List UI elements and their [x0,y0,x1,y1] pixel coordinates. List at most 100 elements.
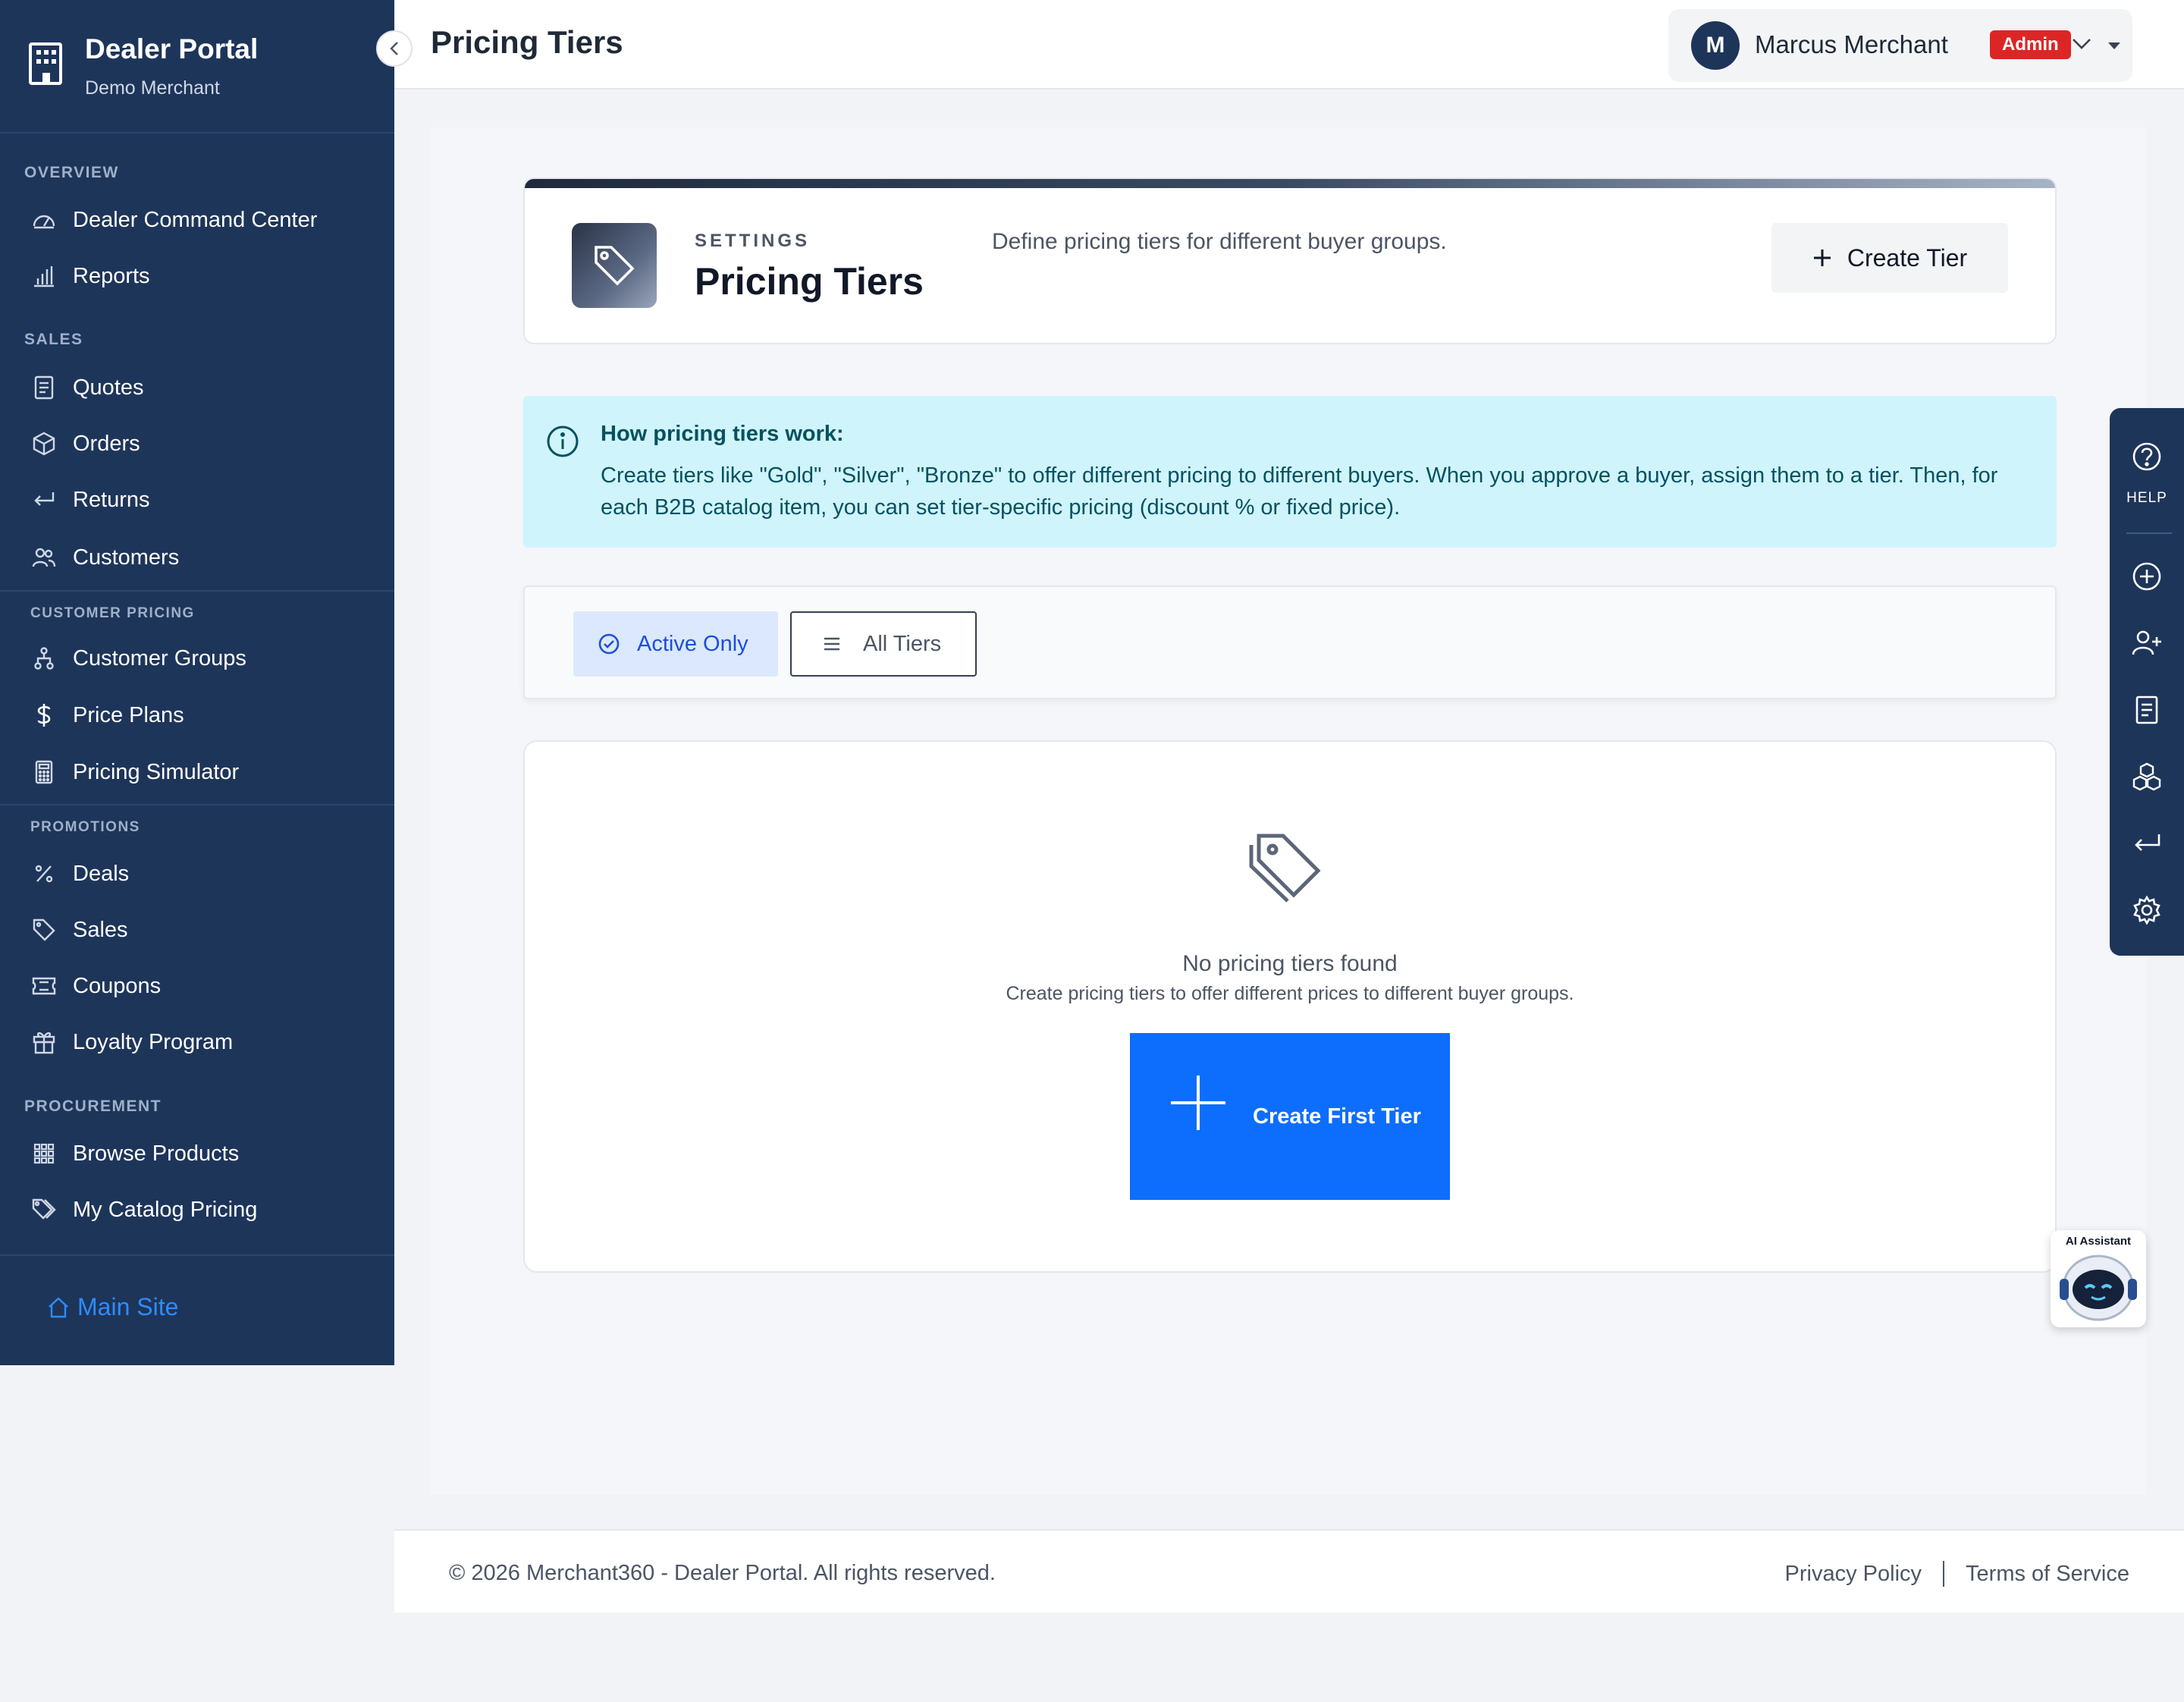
sidebar-item-pricing-simulator[interactable]: Pricing Simulator [30,749,379,795]
sidebar-item-label: Returns [73,487,150,512]
rail-boxes-button[interactable] [2132,762,2162,792]
sidebar-item-label: Customers [73,545,180,570]
sidebar-collapse-button[interactable] [376,30,413,67]
header-title: Pricing Tiers [695,260,924,303]
chevron-left-icon [390,42,398,55]
sidebar-brand: Dealer Portal Demo Merchant [0,0,394,133]
all-tiers-label: All Tiers [863,631,942,656]
percent-icon [30,860,58,887]
header-kicker: SETTINGS [695,231,811,251]
empty-state-subtitle: Create pricing tiers to offer different … [1006,983,1574,1004]
diagram-icon [30,645,58,672]
create-tier-label: Create Tier [1847,243,1968,272]
sidebar-item-orders[interactable]: Orders [30,421,379,466]
sidebar-item-reports[interactable]: Reports [30,253,379,299]
dollar-icon [30,702,58,729]
filter-bar: Active Only All Tiers [523,586,2057,699]
sidebar-item-deals[interactable]: Deals [30,851,379,897]
section-promotions: PROMOTIONS [30,819,140,835]
footer: © 2026 Merchant360 - Dealer Portal. All … [394,1529,2184,1613]
ticket-icon [30,972,58,1000]
plus-icon [1813,250,1831,266]
brand-title: Dealer Portal [85,33,259,64]
footer-separator [1943,1561,1945,1587]
sidebar-item-returns[interactable]: Returns [30,477,379,523]
sidebar: Dealer Portal Demo Merchant OVERVIEW Dea… [0,0,394,1365]
sidebar-item-sales[interactable]: Sales [30,907,379,953]
rail-settings-button[interactable] [2132,895,2162,925]
sidebar-item-customers[interactable]: Customers [30,535,379,580]
check-circle-icon [598,633,620,655]
ai-assistant-button[interactable]: AI Assistant [2051,1230,2146,1327]
topbar: Pricing Tiers M Marcus Merchant Admin [394,0,2184,89]
sidebar-item-my-catalog-pricing[interactable]: My Catalog Pricing [30,1187,379,1233]
rail-document-button[interactable] [2132,695,2162,725]
chevron-down-icon [2073,39,2091,49]
building-icon [29,42,62,85]
sidebar-divider [0,1255,394,1256]
user-name: Marcus Merchant [1755,30,1948,58]
sidebar-divider [0,804,394,805]
create-first-tier-label: Create First Tier [1253,1104,1421,1129]
sidebar-item-label: Dealer Command Center [73,207,318,232]
list-icon [824,637,839,651]
help-button[interactable] [2132,441,2162,472]
grid-icon [30,1140,58,1167]
plus-icon [1171,1076,1225,1130]
header-accent-strip [525,179,2055,188]
ai-assistant-label: AI Assistant [2065,1235,2132,1248]
robot-icon [2060,1255,2137,1321]
help-label: HELP [2126,490,2167,506]
sidebar-item-browse-products[interactable]: Browse Products [30,1131,379,1176]
empty-state-title: No pricing tiers found [1182,951,1398,976]
rail-add-user-button[interactable] [2132,628,2162,658]
main-site-label: Main Site [77,1293,179,1320]
sidebar-item-label: Deals [73,861,130,886]
empty-state-card: No pricing tiers found Create pricing ti… [523,740,2057,1273]
rail-add-button[interactable] [2132,561,2162,592]
section-sales: SALES [24,331,83,348]
sidebar-item-label: Coupons [73,973,162,998]
rail-divider [2126,532,2172,534]
terms-of-service-link[interactable]: Terms of Service [1966,1562,2129,1587]
document-icon [2135,696,2158,724]
sidebar-item-loyalty-program[interactable]: Loyalty Program [30,1019,379,1065]
sidebar-item-label: Pricing Simulator [73,759,240,784]
help-rail: HELP [2110,408,2184,956]
sidebar-item-dealer-command-center[interactable]: Dealer Command Center [30,197,379,243]
sidebar-item-label: My Catalog Pricing [73,1197,258,1222]
sidebar-item-customer-groups[interactable]: Customer Groups [30,636,379,681]
tag-icon [30,916,58,944]
users-icon [30,544,58,571]
create-first-tier-button[interactable]: Create First Tier [1130,1033,1450,1200]
info-alert: How pricing tiers work: Create tiers lik… [523,396,2057,548]
gear-icon [2133,895,2160,925]
box-icon [30,430,58,457]
active-only-label: Active Only [637,631,748,656]
privacy-policy-link[interactable]: Privacy Policy [1785,1562,1922,1587]
sidebar-item-label: Loyalty Program [73,1029,234,1054]
tags-icon [1249,834,1321,903]
sidebar-item-label: Quotes [73,375,144,400]
info-icon [547,426,579,457]
sidebar-item-label: Price Plans [73,702,184,727]
info-text: Create tiers like "Gold", "Silver", "Bro… [601,463,1998,520]
sidebar-item-quotes[interactable]: Quotes [30,365,379,410]
main-site-link[interactable]: Main Site [47,1293,178,1321]
rail-return-button[interactable] [2132,828,2162,859]
active-only-filter-button[interactable]: Active Only [573,611,778,677]
user-menu[interactable]: M Marcus Merchant Admin [1668,9,2132,82]
avatar: M [1691,21,1740,70]
sidebar-item-label: Sales [73,917,128,942]
bar-chart-icon [30,262,58,290]
tag-icon [572,223,657,308]
role-badge: Admin [1990,30,2071,59]
tags-icon [30,1196,58,1223]
all-tiers-filter-button[interactable]: All Tiers [790,611,977,677]
sidebar-item-price-plans[interactable]: Price Plans [30,692,379,738]
info-heading: How pricing tiers work: [601,422,844,446]
sidebar-divider [0,590,394,592]
create-tier-button[interactable]: Create Tier [1771,223,2008,293]
house-icon [49,1296,68,1317]
sidebar-item-coupons[interactable]: Coupons [30,963,379,1009]
